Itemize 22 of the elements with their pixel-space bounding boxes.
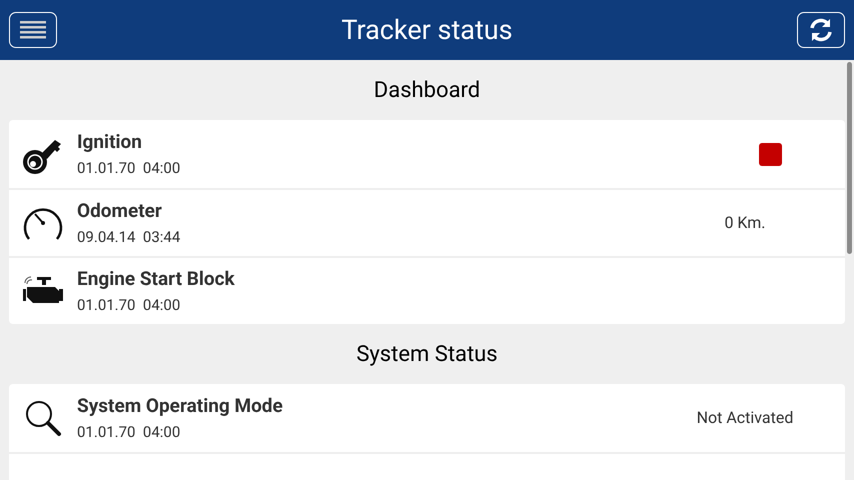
menu-icon [20,19,46,41]
menu-button[interactable] [9,12,57,48]
page-title: Tracker status [341,12,513,48]
status-row[interactable]: Odometer 09.04.14 03:44 0 Km. [9,188,845,256]
item-name: Odometer [77,200,163,222]
item-timestamp: 01.01.70 04:00 [77,423,182,441]
refresh-button[interactable] [796,12,845,48]
status-row[interactable]: System Operating Mode 01.01.70 04:00 Not Activated [9,384,845,452]
section-title: System Status [356,340,498,368]
item-timestamp: 09.04.14 03:44 [77,228,182,246]
item-name: Ignition [77,131,143,153]
scrollbar[interactable] [847,62,852,254]
item-timestamp: 01.01.70 04:00 [77,159,182,177]
section-title: Dashboard [374,76,480,104]
refresh-icon [808,17,834,43]
status-value: 0 Km. [724,212,766,234]
item-timestamp: 01.01.70 04:00 [77,296,182,314]
status-value: Not Activated [696,407,794,429]
status-row[interactable]: Engine Start Block 01.01.70 04:00 [9,256,845,324]
status-row[interactable]: Ignition 01.01.70 04:00 [9,120,845,188]
item-name: System Operating Mode [77,395,284,417]
item-name: Engine Start Block [77,268,236,290]
